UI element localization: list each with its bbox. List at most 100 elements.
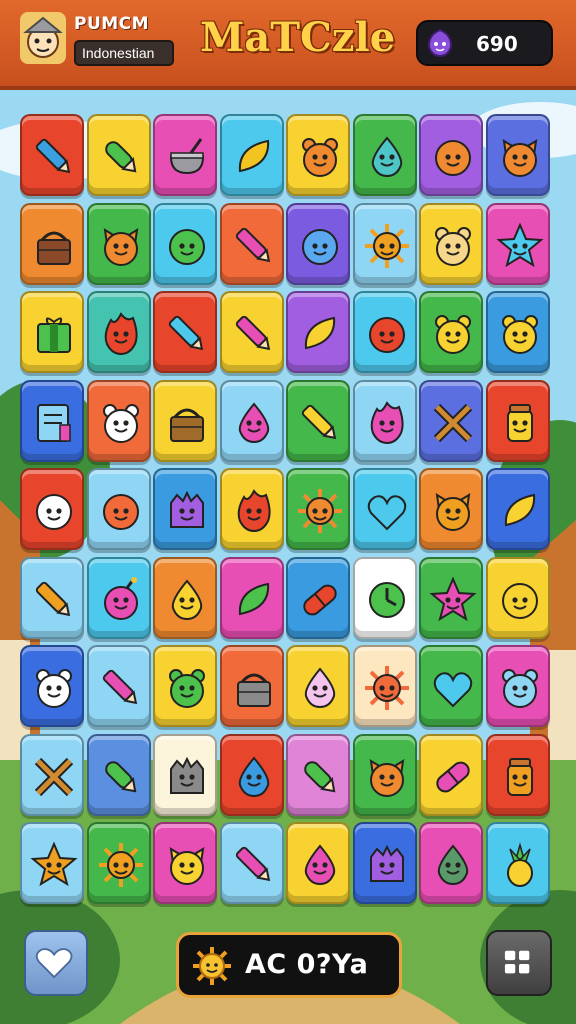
board-tile[interactable] [286,202,350,285]
board-tile[interactable] [86,556,151,639]
board-tile[interactable] [153,379,217,462]
heart-icon [35,948,73,979]
board-tile[interactable] [20,114,84,196]
board-tile[interactable] [219,556,284,639]
leaf-icon [238,582,269,615]
board-tile[interactable] [20,202,84,285]
board-tile[interactable] [419,556,483,639]
leaf-pencil-icon [104,760,136,792]
board-tile[interactable] [352,822,417,904]
board-tile[interactable] [485,645,550,727]
board-tile[interactable] [20,645,84,727]
board-tile[interactable] [86,822,151,904]
board-tile[interactable] [352,202,417,285]
board-tile[interactable] [153,733,217,816]
board-tile[interactable] [485,733,550,816]
star-icon [429,575,477,621]
board-tile[interactable] [219,202,284,285]
board-tile[interactable] [153,202,217,285]
board-tile[interactable] [86,645,151,727]
board-tile[interactable] [286,468,350,550]
board-tile[interactable] [20,733,84,816]
board-tile[interactable] [419,114,483,196]
cross-icon [34,757,74,796]
board-tile[interactable] [352,114,417,196]
board-tile[interactable] [20,556,84,639]
pencil-icon [35,138,71,174]
board-tile[interactable] [419,379,483,462]
board-tile[interactable] [219,645,284,727]
star-icon [495,221,544,267]
menu-button[interactable] [486,930,552,996]
board-tile[interactable] [286,556,350,639]
board-tile[interactable] [219,733,284,816]
board-tile[interactable] [86,202,151,285]
board-tile[interactable] [20,468,84,550]
board-tile[interactable] [86,379,151,462]
face-icon [169,228,205,265]
board-tile[interactable] [352,291,417,373]
board-tile[interactable] [219,379,284,462]
board-tile[interactable] [352,556,417,639]
board-tile[interactable] [352,645,417,727]
board-tile[interactable] [352,468,417,550]
board-tile[interactable] [419,202,483,285]
board-tile[interactable] [419,645,483,727]
board-tile[interactable] [153,822,217,904]
board-tile[interactable] [485,556,550,639]
drop-face-icon [304,667,336,709]
board-tile[interactable] [419,291,483,373]
face-icon [302,228,338,265]
top-bar: PUMCM Indonestian MaTCzle 690 [0,0,576,86]
board-tile[interactable] [485,468,550,550]
board-tile[interactable] [419,733,483,816]
board-tile[interactable] [219,291,284,373]
book-icon [37,403,71,442]
heart-icon [367,495,406,531]
board-tile[interactable] [485,114,550,196]
board-tile[interactable] [219,822,284,904]
board-tile[interactable] [20,379,84,462]
pencil-icon [35,581,71,616]
board-tile[interactable] [219,114,284,196]
favorite-button[interactable] [24,930,88,996]
pencil-icon [102,669,137,705]
board-tile[interactable] [86,114,151,196]
board-tile[interactable] [20,291,84,373]
sun-icon [364,666,409,710]
flame-face-icon [370,400,404,444]
game-title: MaTCzle [200,14,396,61]
board-tile[interactable] [485,379,550,462]
board-tile[interactable] [153,556,217,639]
status-bar: AC 0?Ya [176,932,402,998]
board-tile[interactable] [286,379,350,462]
board-tile[interactable] [419,822,483,904]
board-tile[interactable] [485,291,550,373]
bomb-face-icon [103,576,138,620]
board-tile[interactable] [86,468,151,550]
player-avatar-icon[interactable] [20,12,66,64]
board-tile[interactable] [419,468,483,550]
board-tile[interactable] [352,733,417,816]
currency-counter[interactable]: 690 [416,20,553,66]
board-tile[interactable] [20,822,84,904]
pot-icon [169,138,205,175]
board-tile[interactable] [86,291,151,373]
board-tile[interactable] [286,291,350,373]
board-tile[interactable] [286,645,350,727]
board-tile[interactable] [485,822,550,904]
board-tile[interactable] [352,379,417,462]
board-tile[interactable] [153,114,217,196]
board-tile[interactable] [286,733,350,816]
board-tile[interactable] [286,114,350,196]
board-tile[interactable] [219,468,284,550]
board-tile[interactable] [153,645,217,727]
board-tile[interactable] [286,822,350,904]
board-tile[interactable] [153,291,217,373]
board-tile[interactable] [485,202,550,285]
face-icon [36,494,72,530]
drop-face-icon [437,844,469,886]
board-tile[interactable] [86,733,151,816]
bear-icon [501,669,538,708]
board-tile[interactable] [153,468,217,550]
